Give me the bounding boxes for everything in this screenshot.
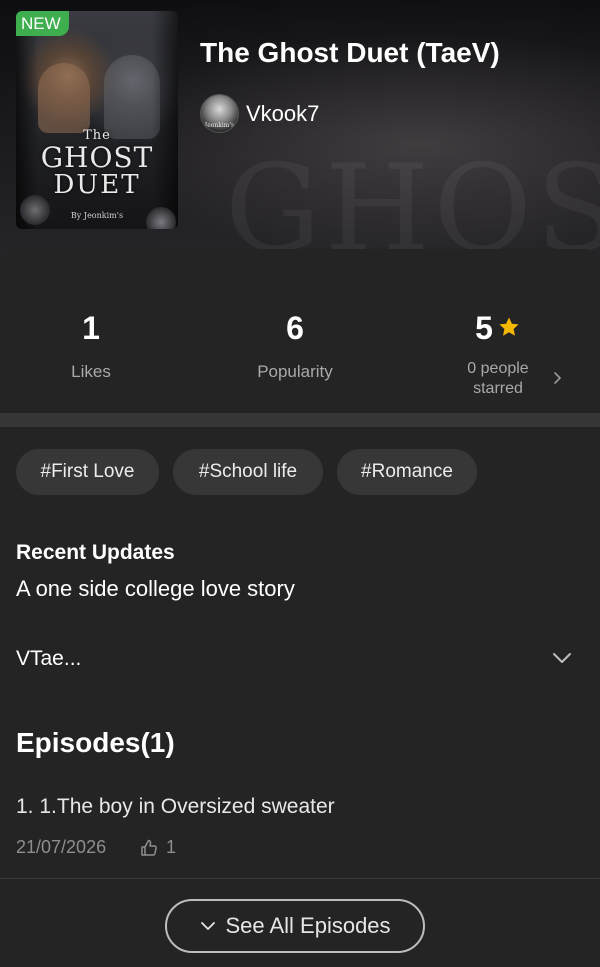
divider [0, 878, 600, 879]
header-background-word: GHOST [225, 140, 600, 262]
story-title: The Ghost Duet (TaeV) [200, 37, 500, 68]
chevron-down-icon[interactable] [551, 651, 573, 670]
description-excerpt: VTae... [16, 647, 82, 670]
recent-updates-heading: Recent Updates [16, 541, 175, 564]
stat-rating[interactable]: 5 0 people starred [398, 309, 598, 399]
star-icon [497, 309, 521, 347]
cover-byline: By Jeonkim's [70, 211, 124, 220]
new-badge: NEW [16, 11, 69, 36]
section-divider [0, 413, 600, 427]
stat-popularity: 6 Popularity [195, 309, 395, 382]
tag-first-love[interactable]: #First Love [16, 449, 159, 495]
author-avatar[interactable]: Jeonkim's [200, 94, 239, 133]
episode-date: 21/07/2026 [16, 837, 107, 857]
see-all-episodes-button[interactable]: See All Episodes [165, 899, 425, 953]
likes-label: Likes [71, 362, 111, 381]
popularity-label: Popularity [257, 362, 333, 381]
story-header: GHOST The GHOST DUET By Jeonkim's NEW Th… [0, 0, 600, 262]
rating-value: 5 [475, 310, 493, 346]
stat-likes: 1 Likes [0, 309, 191, 382]
story-cover-image[interactable]: The GHOST DUET By Jeonkim's [16, 11, 178, 229]
thumbs-up-icon [139, 838, 159, 863]
tag-school-life[interactable]: #School life [173, 449, 323, 495]
author-name[interactable]: Vkook7 [246, 101, 319, 127]
episode-likes: 1 [166, 837, 177, 857]
chevron-down-icon [199, 900, 217, 950]
cover-title-art: The GHOST DUET [40, 128, 154, 200]
see-all-label: See All Episodes [225, 913, 391, 938]
likes-count: 1 [82, 310, 100, 346]
cover-rose-decoration [20, 195, 50, 225]
episode-title[interactable]: 1. 1.The boy in Oversized sweater [16, 795, 335, 819]
popularity-count: 6 [286, 310, 304, 346]
recent-updates-text: A one side college love story [16, 576, 295, 601]
chevron-right-icon[interactable] [552, 370, 564, 391]
rating-label: 0 people starred [467, 360, 529, 397]
episodes-heading: Episodes(1) [16, 727, 175, 758]
tag-romance[interactable]: #Romance [337, 449, 477, 495]
